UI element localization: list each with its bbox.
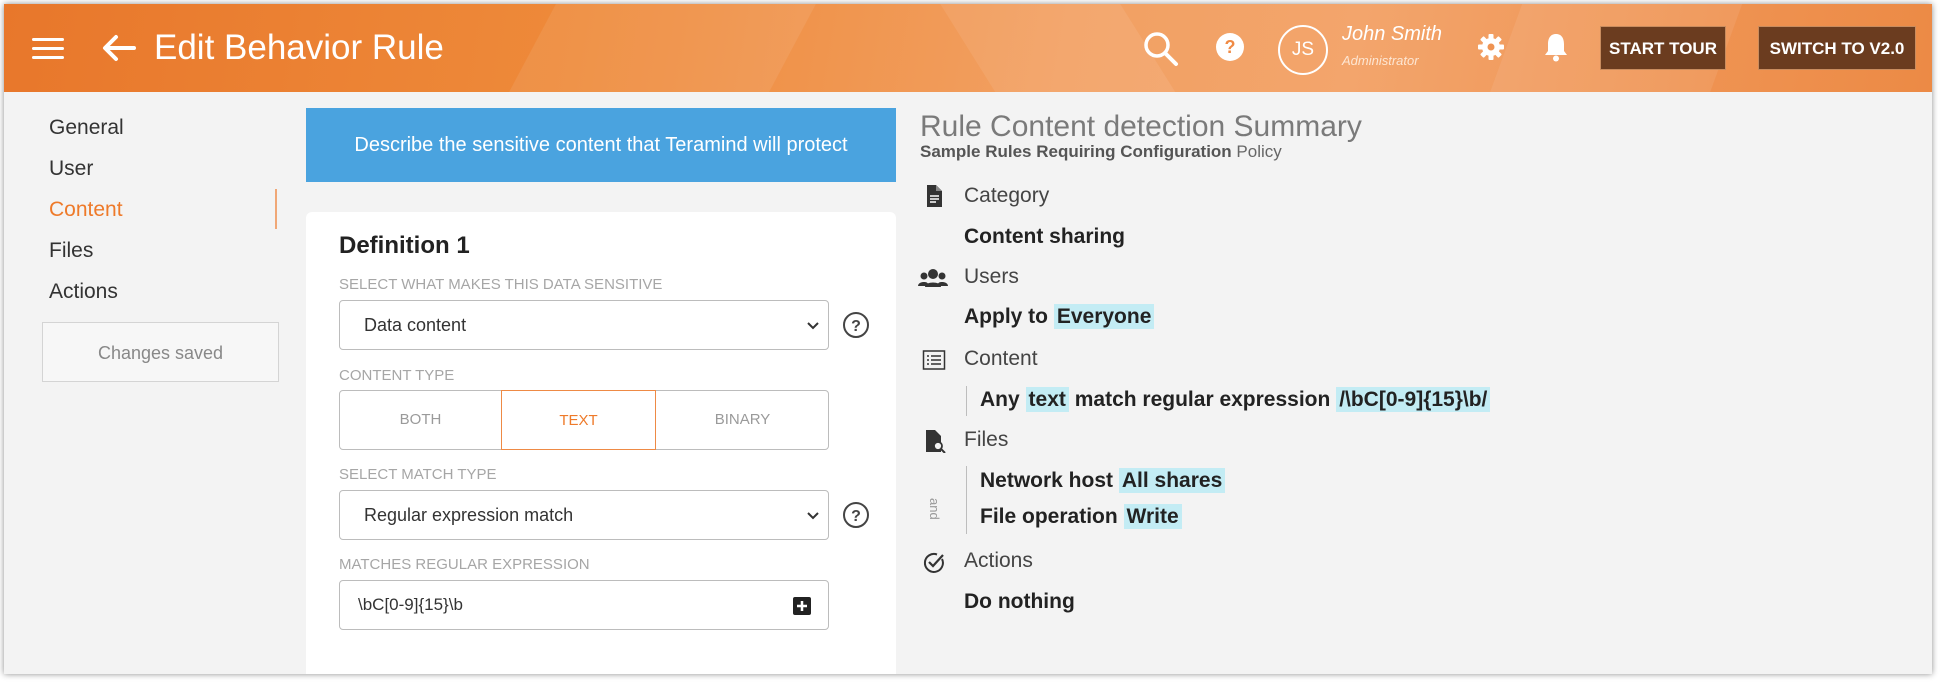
sidebar-item-files[interactable]: Files <box>49 239 93 263</box>
definition-title: Definition 1 <box>339 232 470 259</box>
policy-suffix: Policy <box>1236 142 1282 161</box>
summary-users-head: Users <box>964 265 1019 288</box>
content-word-any: Any <box>980 388 1020 411</box>
summary-content-head: Content <box>964 347 1038 370</box>
files-row1-prefix: Network host <box>980 469 1114 492</box>
regex-field <box>339 580 829 630</box>
list-box-icon <box>922 350 946 370</box>
match-type-select-value: Regular expression match <box>364 505 574 525</box>
sensitive-select-value: Data content <box>364 315 467 335</box>
user-name[interactable]: John Smith <box>1342 23 1442 46</box>
changes-saved-status: Changes saved <box>42 322 279 382</box>
content-type-both-button[interactable]: BOTH <box>340 390 501 450</box>
match-type-label: SELECT MATCH TYPE <box>339 466 497 483</box>
content-banner: Describe the sensitive content that Tera… <box>306 108 896 182</box>
content-type-badge: text <box>1025 387 1069 412</box>
bell-icon[interactable] <box>1542 31 1570 63</box>
users-prefix: Apply to <box>964 305 1048 328</box>
help-icon[interactable]: ? <box>1215 32 1245 62</box>
file-search-icon <box>926 430 946 453</box>
sidebar-item-user[interactable]: User <box>49 157 93 181</box>
content-divider <box>966 386 967 416</box>
page-title: Edit Behavior Rule <box>154 28 444 67</box>
user-role: Administrator <box>1342 53 1419 68</box>
summary-policy: Sample Rules Requiring Configuration Pol… <box>920 142 1282 162</box>
regex-label: MATCHES REGULAR EXPRESSION <box>339 556 590 573</box>
summary-category-value: Content sharing <box>964 225 1125 248</box>
search-icon[interactable] <box>1142 30 1180 68</box>
users-value-badge: Everyone <box>1053 304 1155 329</box>
active-nav-indicator <box>275 189 277 229</box>
summary-actions-value: Do nothing <box>964 590 1075 613</box>
summary-files-row2: File operation Write <box>980 504 1182 529</box>
back-arrow-icon[interactable] <box>100 32 138 64</box>
gear-icon[interactable] <box>1476 32 1506 62</box>
content-type-label: CONTENT TYPE <box>339 367 455 384</box>
chevron-down-icon <box>807 512 819 520</box>
question-circle-icon[interactable]: ? <box>842 501 870 529</box>
start-tour-button[interactable]: START TOUR <box>1600 26 1726 70</box>
sensitive-select[interactable]: Data content <box>339 300 829 350</box>
regex-input[interactable] <box>358 593 778 617</box>
content-regex-badge: /\bC[0-9]{15}\b/ <box>1336 387 1491 412</box>
match-type-select[interactable]: Regular expression match <box>339 490 829 540</box>
summary-category-head: Category <box>964 184 1050 207</box>
sensitive-label: SELECT WHAT MAKES THIS DATA SENSITIVE <box>339 276 663 293</box>
summary-files-row1: Network host All shares <box>980 468 1226 493</box>
svg-text:?: ? <box>851 318 861 335</box>
files-row2-prefix: File operation <box>980 505 1118 528</box>
summary-files-head: Files <box>964 428 1009 451</box>
content-type-text-button[interactable]: TEXT <box>501 390 656 450</box>
files-and-label: and <box>927 498 942 520</box>
switch-version-button[interactable]: SWITCH TO V2.0 <box>1758 26 1916 70</box>
sidebar-item-actions[interactable]: Actions <box>49 280 118 304</box>
content-type-segmented: BOTH TEXT BINARY <box>339 390 829 450</box>
summary-users-row: Apply to Everyone <box>964 304 1155 329</box>
files-row1-badge: All shares <box>1118 468 1226 493</box>
policy-name: Sample Rules Requiring Configuration <box>920 142 1232 161</box>
document-icon <box>927 185 942 207</box>
check-circle-icon <box>923 552 944 573</box>
summary-actions-head: Actions <box>964 549 1033 572</box>
menu-icon[interactable] <box>32 38 64 60</box>
summary-title: Rule Content detection Summary <box>920 110 1362 143</box>
top-header: Edit Behavior Rule ? JS John Smith Admin… <box>4 4 1932 92</box>
question-circle-icon[interactable]: ? <box>842 311 870 339</box>
sidebar-item-content[interactable]: Content <box>49 198 123 222</box>
svg-text:?: ? <box>1225 37 1236 57</box>
content-word-match: match regular expression <box>1074 388 1331 411</box>
chevron-down-icon <box>807 322 819 330</box>
app-window: Edit Behavior Rule ? JS John Smith Admin… <box>4 4 1932 674</box>
content-type-binary-button[interactable]: BINARY <box>656 390 829 450</box>
sidebar-item-general[interactable]: General <box>49 116 124 140</box>
svg-text:?: ? <box>851 508 861 525</box>
files-divider <box>966 466 967 534</box>
files-row2-badge: Write <box>1123 504 1182 529</box>
avatar[interactable]: JS <box>1278 25 1328 75</box>
definition-card: Definition 1 SELECT WHAT MAKES THIS DATA… <box>306 212 896 674</box>
summary-content-row: Any text match regular expression /\bC[0… <box>980 387 1491 412</box>
plus-square-icon[interactable] <box>792 596 812 616</box>
users-icon <box>918 269 948 287</box>
